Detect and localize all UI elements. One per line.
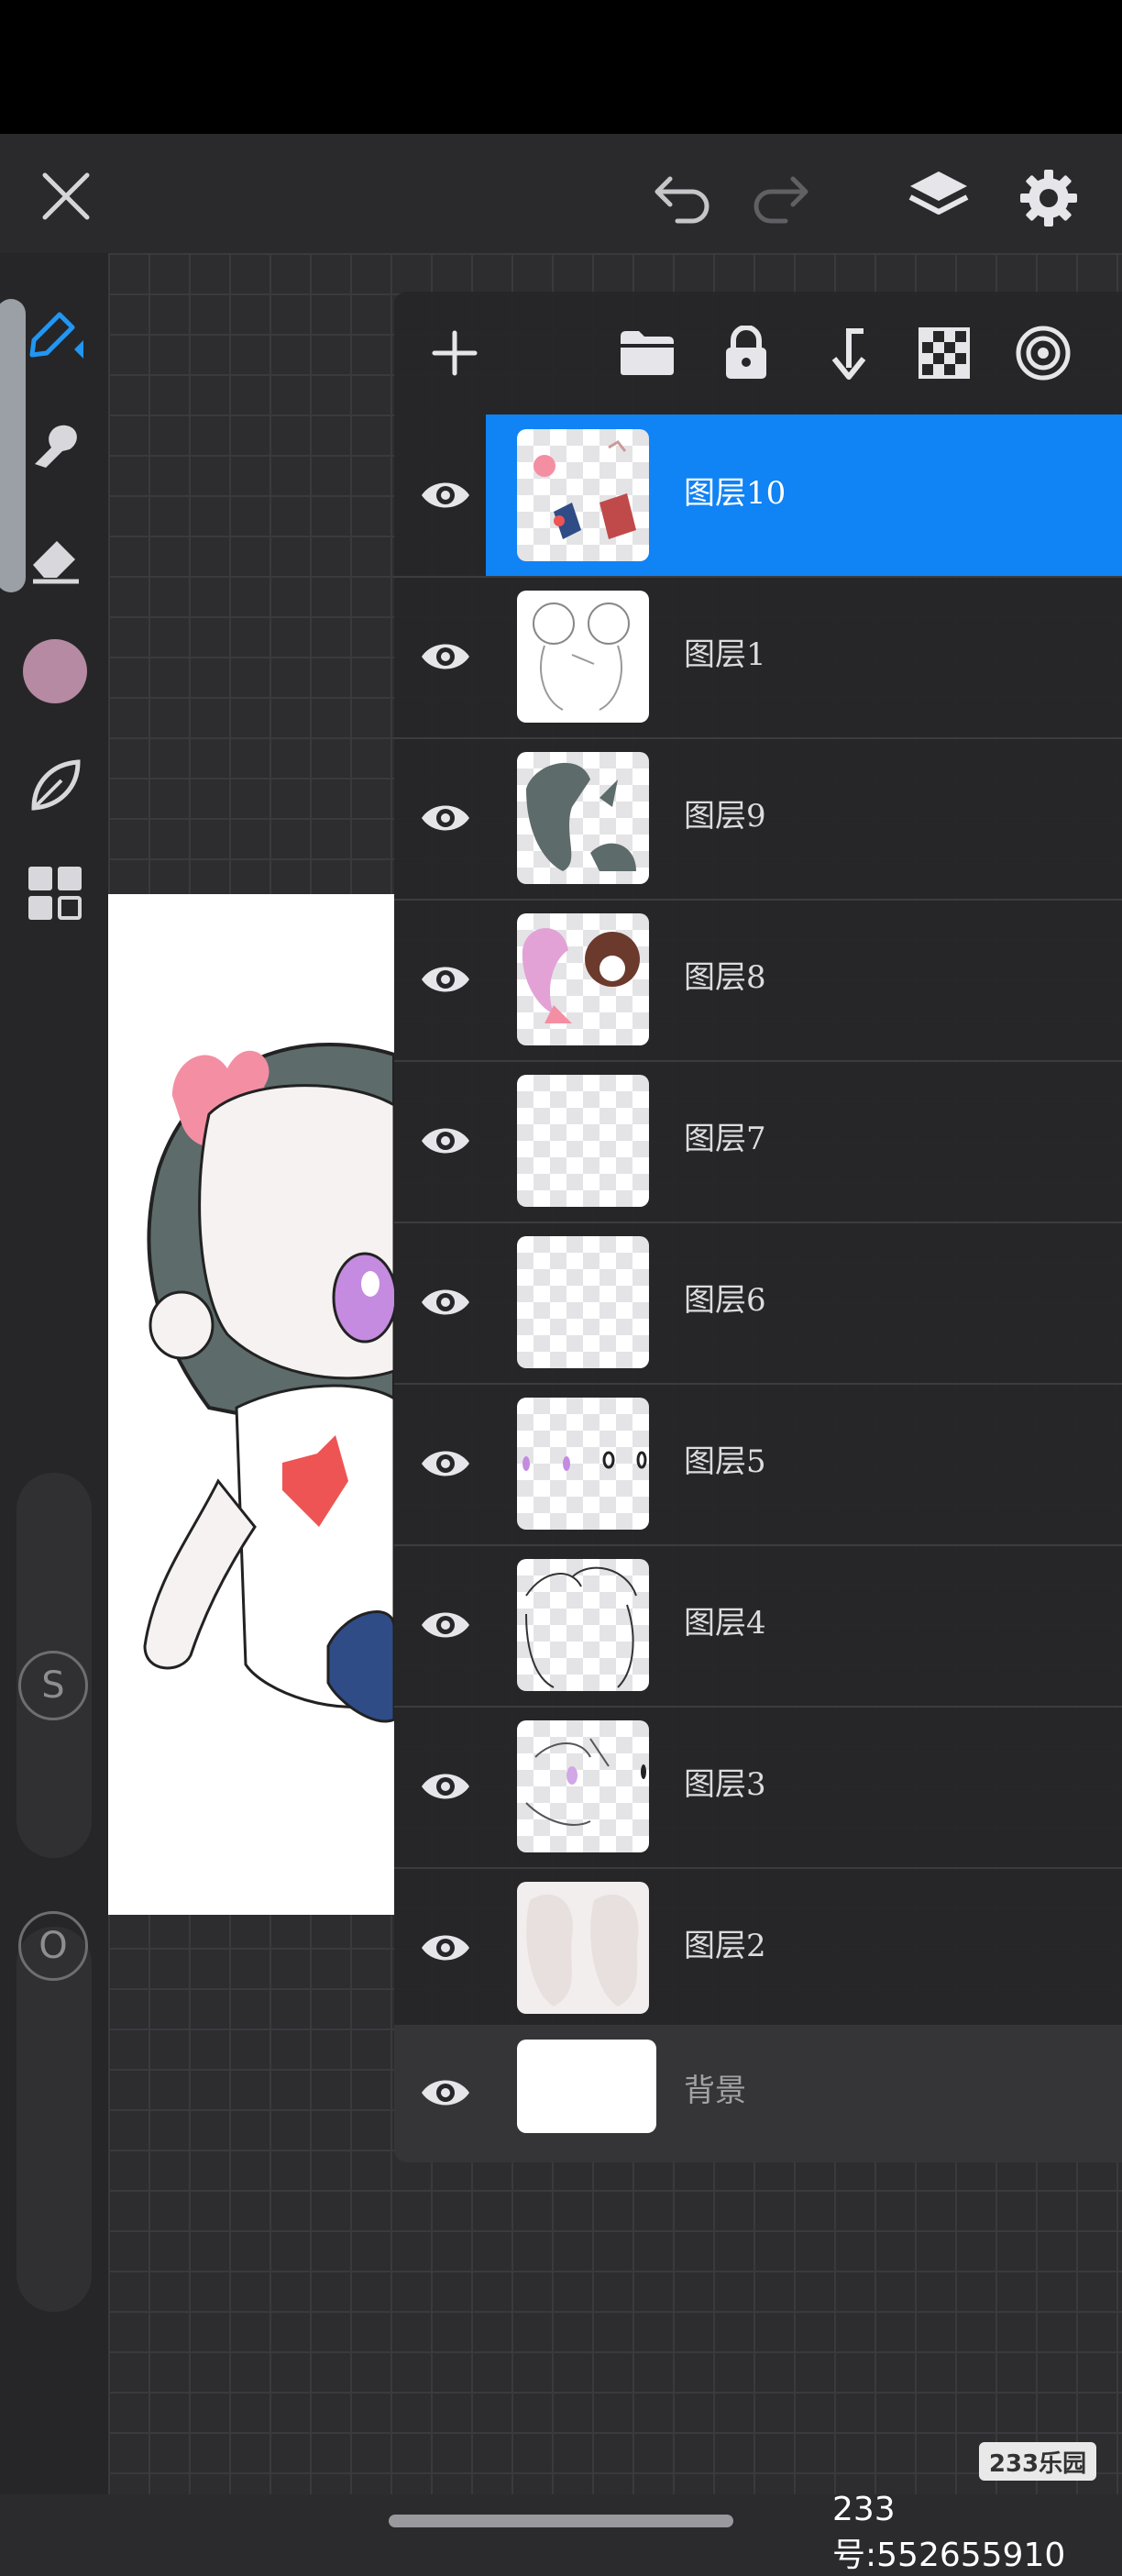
merge-down-icon[interactable] xyxy=(808,316,882,390)
eye-icon[interactable] xyxy=(414,948,477,1011)
layer-row[interactable]: 图层2 xyxy=(394,1867,1122,2029)
layer-row-content[interactable]: 图层2 xyxy=(486,1867,1122,2029)
layer-row-content[interactable]: 图层1 xyxy=(486,576,1122,737)
lock-icon[interactable] xyxy=(710,316,783,390)
layer-row[interactable]: 图层7 xyxy=(394,1060,1122,1223)
eye-icon[interactable] xyxy=(414,787,477,849)
layers-icon[interactable] xyxy=(902,161,975,235)
layer-name: 图层9 xyxy=(684,798,766,835)
layer-row[interactable]: 图层9 xyxy=(394,737,1122,901)
eye-icon[interactable] xyxy=(414,464,477,526)
layer-row[interactable]: 图层1 xyxy=(394,576,1122,739)
layer-row-content[interactable]: 图层5 xyxy=(486,1383,1122,1544)
layer-thumbnail xyxy=(517,1882,649,2014)
layer-thumbnail xyxy=(517,1559,649,1691)
status-bar xyxy=(0,0,1122,134)
eye-icon[interactable] xyxy=(414,625,477,688)
eye-icon[interactable] xyxy=(414,1917,477,1979)
artwork-canvas[interactable] xyxy=(108,894,394,1915)
layer-thumbnail xyxy=(517,752,649,884)
current-color-circle xyxy=(23,639,87,703)
redo-icon[interactable] xyxy=(746,165,816,229)
background-color-swatch xyxy=(517,2040,656,2133)
layer-thumbnail xyxy=(517,429,649,561)
folder-icon[interactable] xyxy=(610,316,684,390)
watermark-logo: 233乐园 xyxy=(979,2442,1096,2481)
layers-toolbar xyxy=(394,292,1122,415)
layer-thumbnail xyxy=(517,913,649,1045)
blend-mode-icon[interactable] xyxy=(1006,316,1080,390)
layer-name: 图层10 xyxy=(684,475,786,512)
brush-opacity-slider[interactable] xyxy=(16,1927,92,2312)
layer-row[interactable]: 图层10 xyxy=(394,415,1122,578)
brush-tool-icon[interactable] xyxy=(16,293,94,370)
layer-row[interactable]: 图层5 xyxy=(394,1383,1122,1546)
layer-thumbnail xyxy=(517,1236,649,1368)
layer-thumbnail xyxy=(517,591,649,723)
transparency-icon[interactable] xyxy=(908,316,981,390)
layer-row-content[interactable]: 图层8 xyxy=(486,899,1122,1060)
layer-name: 图层3 xyxy=(684,1766,766,1803)
layer-name: 图层2 xyxy=(684,1928,766,1964)
layer-name: 图层5 xyxy=(684,1443,766,1480)
eraser-tool-icon[interactable] xyxy=(16,519,94,596)
layers-panel: 图层10 图层1 图层9 图层8 图层7 图层6 图层5 图层4 图层3 图层2… xyxy=(394,292,1122,2162)
eye-icon[interactable] xyxy=(414,1432,477,1495)
layer-name: 图层1 xyxy=(684,636,766,673)
layer-name: 图层6 xyxy=(684,1282,766,1319)
layer-row-content[interactable]: 图层4 xyxy=(486,1544,1122,1706)
gallery-grid-icon[interactable] xyxy=(16,855,94,932)
layer-row-content[interactable]: 图层10 xyxy=(486,415,1122,576)
layer-row[interactable]: 图层3 xyxy=(394,1706,1122,1869)
add-layer-icon[interactable] xyxy=(418,316,491,390)
left-toolbar: S O xyxy=(0,253,108,2494)
size-indicator: S xyxy=(18,1651,88,1720)
opacity-indicator: O xyxy=(18,1911,88,1981)
eye-icon[interactable] xyxy=(414,1755,477,1818)
layer-row-content[interactable]: 图层7 xyxy=(486,1060,1122,1222)
eye-icon[interactable] xyxy=(414,1594,477,1656)
color-swatch[interactable] xyxy=(16,633,94,710)
undo-icon[interactable] xyxy=(647,165,717,229)
layer-row-content[interactable]: 图层9 xyxy=(486,737,1122,899)
layer-thumbnail xyxy=(517,1720,649,1852)
home-indicator[interactable] xyxy=(389,2515,733,2527)
layer-name: 图层4 xyxy=(684,1605,766,1642)
gear-icon[interactable] xyxy=(1012,161,1085,235)
layer-row[interactable]: 图层8 xyxy=(394,899,1122,1062)
brush-library-icon[interactable] xyxy=(16,746,94,824)
watermark-id-text: 233号:552655910 xyxy=(832,2491,1066,2574)
layer-thumbnail xyxy=(517,1075,649,1207)
layer-row-content[interactable]: 图层3 xyxy=(486,1706,1122,1867)
layer-thumbnail xyxy=(517,1398,649,1530)
layer-row[interactable]: 图层4 xyxy=(394,1544,1122,1708)
close-icon[interactable] xyxy=(31,161,101,231)
top-toolbar xyxy=(0,134,1122,253)
layer-name: 图层8 xyxy=(684,959,766,996)
layer-row[interactable]: 图层6 xyxy=(394,1222,1122,1385)
layer-row-content[interactable]: 图层6 xyxy=(486,1222,1122,1383)
eye-icon[interactable] xyxy=(414,1271,477,1333)
smudge-tool-icon[interactable] xyxy=(16,405,94,482)
background-layer-row[interactable]: 背景 xyxy=(394,2025,1122,2162)
eye-icon[interactable] xyxy=(414,2062,477,2124)
layer-name: 背景 xyxy=(684,2073,746,2109)
layer-name: 图层7 xyxy=(684,1121,766,1157)
eye-icon[interactable] xyxy=(414,1110,477,1172)
